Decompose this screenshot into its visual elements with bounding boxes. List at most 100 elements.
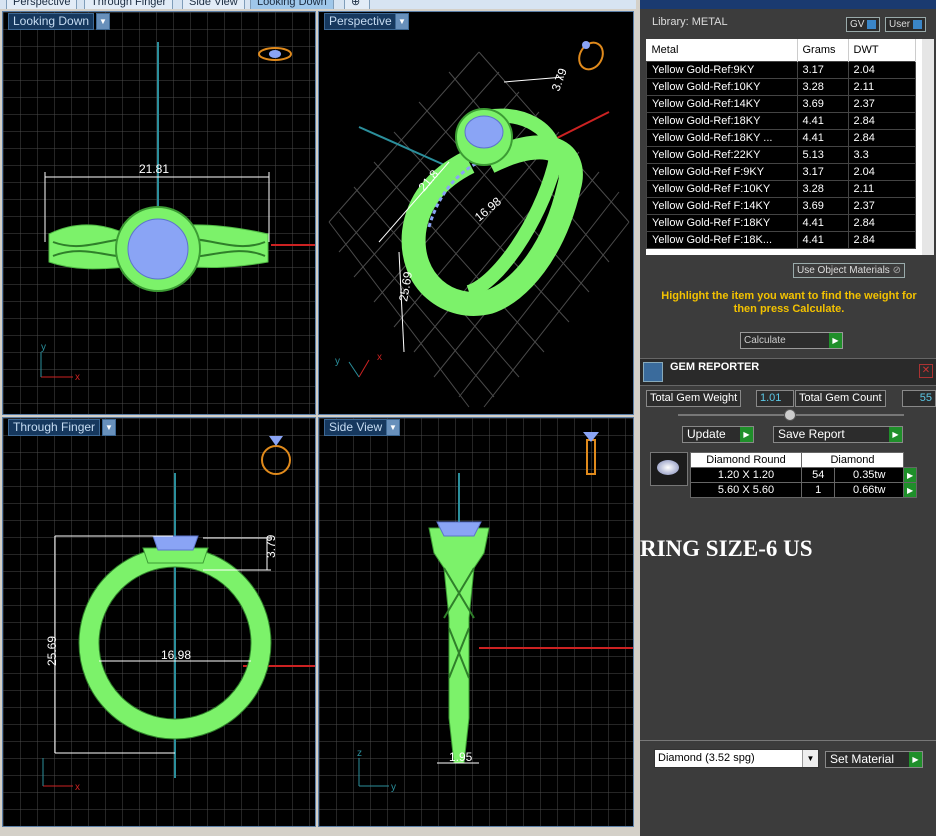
play-icon: ▶	[909, 752, 922, 767]
viewport-menu-dropdown-icon[interactable]: ▼	[96, 13, 110, 30]
axis-x-label: x	[377, 352, 382, 363]
metal-row[interactable]: Yellow Gold-Ref F:9KY 3.17 2.04	[646, 163, 916, 181]
metal-library-table[interactable]: Metal Grams DWT Yellow Gold-Ref:9KY 3.17 2…	[646, 39, 922, 255]
dim-label-b: 16.98	[472, 194, 504, 224]
dim-inner-label: 16.98	[161, 648, 191, 662]
metal-grams-cell: 4.41	[796, 231, 849, 249]
gv-label: GV	[850, 19, 865, 30]
viewport-perspective[interactable]: 21.8 16.98 25.69 3.79 x y Perspective ▼	[318, 11, 634, 415]
metal-row[interactable]: Yellow Gold-Ref F:10KY 3.28 2.11	[646, 180, 916, 198]
dim-width-label: 21.81	[139, 162, 169, 176]
metal-row[interactable]: Yellow Gold-Ref:9KY 3.17 2.04	[646, 61, 916, 79]
gem-reporter-header: GEM REPORTER ✕	[640, 358, 936, 386]
metal-grams-cell: 4.41	[796, 129, 849, 147]
dim-top-label: 3.79	[264, 534, 278, 558]
play-icon[interactable]: ▶	[902, 467, 918, 483]
library-title: Library: METAL	[652, 16, 728, 28]
gem-row[interactable]: 1.20 X 1.20 54 0.35tw ▶	[690, 467, 918, 483]
metal-row[interactable]: Yellow Gold-Ref:22KY 5.13 3.3	[646, 146, 916, 164]
reporter-slider-handle[interactable]	[784, 409, 796, 421]
metal-dwt-cell: 2.84	[847, 129, 916, 147]
gem-weight-cell: 0.35tw	[834, 467, 904, 483]
use-object-materials-toggle[interactable]: Use Object Materials ⊘	[793, 263, 905, 278]
viewport-looking-down[interactable]: 21.81 x y Looking Down ▼	[2, 11, 316, 415]
metal-row[interactable]: Yellow Gold-Ref:14KY 3.69 2.37	[646, 95, 916, 113]
calculate-button[interactable]: Calculate ▶	[740, 332, 843, 349]
view-tab-bar: Perspective Through Finger Side View Loo…	[0, 0, 636, 9]
metal-name-cell: Yellow Gold-Ref F:9KY	[646, 163, 798, 181]
tab-through-finger[interactable]: Through Finger	[84, 0, 174, 9]
total-count-label: Total Gem Count	[799, 392, 882, 404]
use-object-materials-label: Use Object Materials	[797, 265, 890, 276]
metal-row[interactable]: Yellow Gold-Ref F:14KY 3.69 2.37	[646, 197, 916, 215]
viewport-label: Through Finger	[8, 419, 101, 436]
metal-grams-cell: 4.41	[796, 112, 849, 130]
center-stone	[464, 115, 504, 149]
metal-dwt-cell: 2.11	[847, 78, 916, 96]
material-select[interactable]: Diamond (3.52 spg) ▼	[654, 749, 819, 768]
gem-size-cell: 5.60 X 5.60	[690, 482, 802, 498]
total-gem-weight-field: Total Gem Weight	[646, 390, 742, 407]
col-grams[interactable]: Grams	[797, 39, 849, 62]
gem-row[interactable]: 5.60 X 5.60 1 0.66tw ▶	[690, 482, 918, 498]
viewport-side-view[interactable]: 1.95 y z Side View ▼	[318, 417, 634, 827]
metal-row[interactable]: Yellow Gold-Ref F:18KY 4.41 2.84	[646, 214, 916, 232]
viewport-through-finger[interactable]: 25.69 16.98 3.79 x Through Finger ▼	[2, 417, 316, 827]
col-metal[interactable]: Metal	[646, 39, 798, 62]
tab-looking-down[interactable]: Looking Down	[250, 0, 334, 9]
metal-row[interactable]: Yellow Gold-Ref:10KY 3.28 2.11	[646, 78, 916, 96]
metal-row[interactable]: Yellow Gold-Ref F:18K... 4.41 2.84	[646, 231, 916, 249]
gem-reporter-title: GEM REPORTER	[670, 361, 760, 373]
update-label: Update	[687, 427, 726, 441]
metal-row[interactable]: Yellow Gold-Ref:18KY 4.41 2.84	[646, 112, 916, 130]
metal-dwt-cell: 2.04	[847, 163, 916, 181]
close-icon[interactable]: ✕	[919, 364, 933, 378]
viewport-menu-dropdown-icon[interactable]: ▼	[102, 419, 116, 436]
calculate-hint: Highlight the item you want to find the …	[661, 290, 917, 315]
save-report-button[interactable]: Save Report ▶	[773, 426, 903, 443]
metal-dwt-cell: 2.84	[847, 112, 916, 130]
gv-toggle[interactable]: GV	[846, 17, 881, 32]
metal-dwt-cell: 2.37	[847, 197, 916, 215]
metal-dwt-cell: 2.04	[847, 61, 916, 79]
metal-grams-cell: 5.13	[796, 146, 849, 164]
metal-name-cell: Yellow Gold-Ref:14KY	[646, 95, 798, 113]
set-material-button[interactable]: Set Material ▶	[825, 751, 923, 768]
gem-report-table[interactable]: Diamond Round Diamond 1.20 X 1.20 54 0.35t…	[690, 452, 936, 498]
metal-grams-cell: 3.69	[796, 95, 849, 113]
viewport-menu-dropdown-icon[interactable]: ▼	[386, 419, 400, 436]
dim-bottom-label: 1.95	[449, 750, 473, 764]
center-stone	[152, 535, 199, 551]
viewport-menu-dropdown-icon[interactable]: ▼	[395, 13, 409, 30]
through-finger-canvas: 25.69 16.98 3.79 x	[3, 418, 315, 826]
metal-row[interactable]: Yellow Gold-Ref:18KY ... 4.41 2.84	[646, 129, 916, 147]
metal-table-scrollbar[interactable]	[922, 39, 934, 255]
tab-perspective[interactable]: Perspective	[6, 0, 78, 9]
col-dwt[interactable]: DWT	[848, 39, 916, 62]
ring-thumbnail-icon	[578, 41, 604, 71]
panel-header-strip	[640, 0, 936, 9]
center-stone	[436, 521, 482, 537]
gem-reporter-icon	[643, 362, 663, 382]
gem-count-cell: 54	[800, 467, 836, 483]
metal-grams-cell: 3.17	[796, 61, 849, 79]
play-icon[interactable]: ▶	[902, 482, 918, 498]
metal-dwt-cell: 2.11	[847, 180, 916, 198]
tab-side-view[interactable]: Side View	[182, 0, 245, 9]
update-button[interactable]: Update ▶	[682, 426, 754, 443]
axis-x-label: x	[75, 372, 80, 383]
metal-dwt-cell: 3.3	[847, 146, 916, 164]
col-diamond-round: Diamond Round	[690, 452, 802, 468]
metal-name-cell: Yellow Gold-Ref F:18KY	[646, 214, 798, 232]
total-gem-count-field: Total Gem Count	[795, 390, 886, 407]
side-view-canvas: 1.95 y z	[319, 418, 633, 826]
metal-name-cell: Yellow Gold-Ref F:14KY	[646, 197, 798, 215]
pin-icon[interactable]: ⊕	[344, 0, 370, 9]
total-weight-label: Total Gem Weight	[650, 392, 738, 404]
looking-down-canvas: 21.81 x y	[3, 12, 315, 414]
play-icon: ▶	[740, 427, 753, 442]
dim-label-c: 25.69	[396, 270, 415, 302]
ring-size-label: RING SIZE-6 US	[640, 536, 813, 561]
user-toggle[interactable]: User	[885, 17, 927, 32]
metal-name-cell: Yellow Gold-Ref F:10KY	[646, 180, 798, 198]
